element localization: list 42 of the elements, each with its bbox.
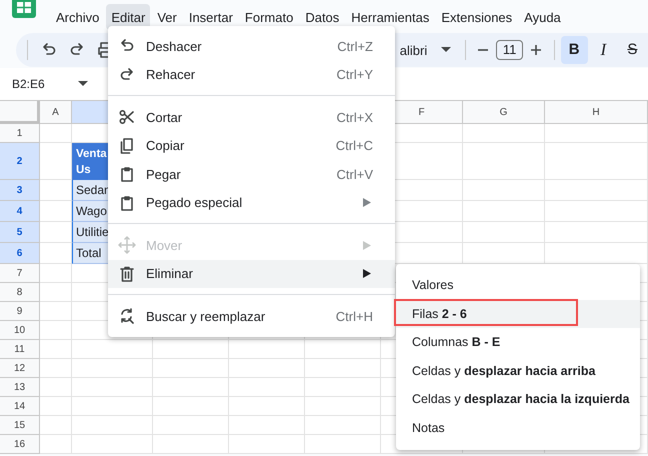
name-box[interactable]: B2:E6 <box>12 77 76 91</box>
menu-item[interactable]: Deshacer Ctrl+Z <box>108 32 395 60</box>
row-header[interactable]: 5 <box>0 222 40 243</box>
row-header[interactable]: 16 <box>0 435 40 454</box>
menu-item[interactable]: Ayuda <box>519 4 566 30</box>
row-header[interactable]: 7 <box>0 264 40 283</box>
row-header[interactable]: 12 <box>0 359 40 378</box>
submenu-item[interactable]: Notas <box>396 414 640 443</box>
column-header[interactable]: H <box>545 101 648 124</box>
bold-button[interactable]: B <box>560 36 588 64</box>
menu-item[interactable]: Archivo <box>51 4 104 30</box>
column-header[interactable]: A <box>40 101 72 124</box>
row-header[interactable]: 8 <box>0 283 40 302</box>
menu-item[interactable]: Rehacer Ctrl+Y <box>108 60 395 89</box>
submenu-item[interactable]: Columnas B - E <box>396 328 640 357</box>
strikethrough-button[interactable]: S <box>618 36 646 64</box>
menu-item[interactable]: Buscar y reemplazar Ctrl+H <box>108 302 395 330</box>
menu-item[interactable]: Datos <box>300 4 344 30</box>
menu-item[interactable]: Eliminar <box>108 260 395 288</box>
row-header[interactable]: 1 <box>0 124 40 143</box>
submenu-item[interactable]: Celdas y desplazar hacia arriba <box>396 356 640 386</box>
row-header[interactable]: 2 <box>0 143 40 180</box>
column-header[interactable]: G <box>463 101 545 124</box>
row-header[interactable]: 6 <box>0 243 40 264</box>
menu-item[interactable]: Extensiones <box>436 4 518 30</box>
row-header[interactable]: 4 <box>0 201 40 222</box>
menu-item[interactable]: Ver <box>152 4 182 30</box>
italic-button[interactable]: I <box>590 36 617 64</box>
row-header[interactable]: 3 <box>0 180 40 201</box>
row-header[interactable]: 15 <box>0 416 40 435</box>
row-header[interactable]: 9 <box>0 302 40 321</box>
row-header[interactable]: 10 <box>0 321 40 340</box>
font-size-field[interactable]: 11 <box>496 40 523 60</box>
menu-item[interactable]: Insertar <box>184 4 238 30</box>
row-header[interactable]: 13 <box>0 378 40 397</box>
menu-item[interactable]: Formato <box>240 4 298 30</box>
submenu-item[interactable]: Celdas y desplazar hacia la izquierda <box>396 385 640 414</box>
submenu-item[interactable]: Valores <box>396 271 640 300</box>
menu-item[interactable]: Herramientas <box>346 4 434 30</box>
row-header[interactable]: 11 <box>0 340 40 359</box>
row-header[interactable]: 14 <box>0 397 40 416</box>
font-dropdown[interactable]: alibri <box>400 42 439 58</box>
